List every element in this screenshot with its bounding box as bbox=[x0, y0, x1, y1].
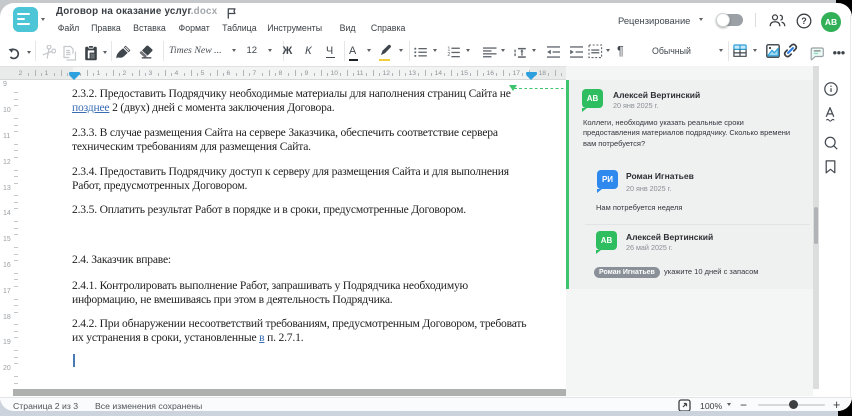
svg-text:2: 2 bbox=[447, 52, 450, 58]
svg-text:?: ? bbox=[801, 16, 807, 26]
